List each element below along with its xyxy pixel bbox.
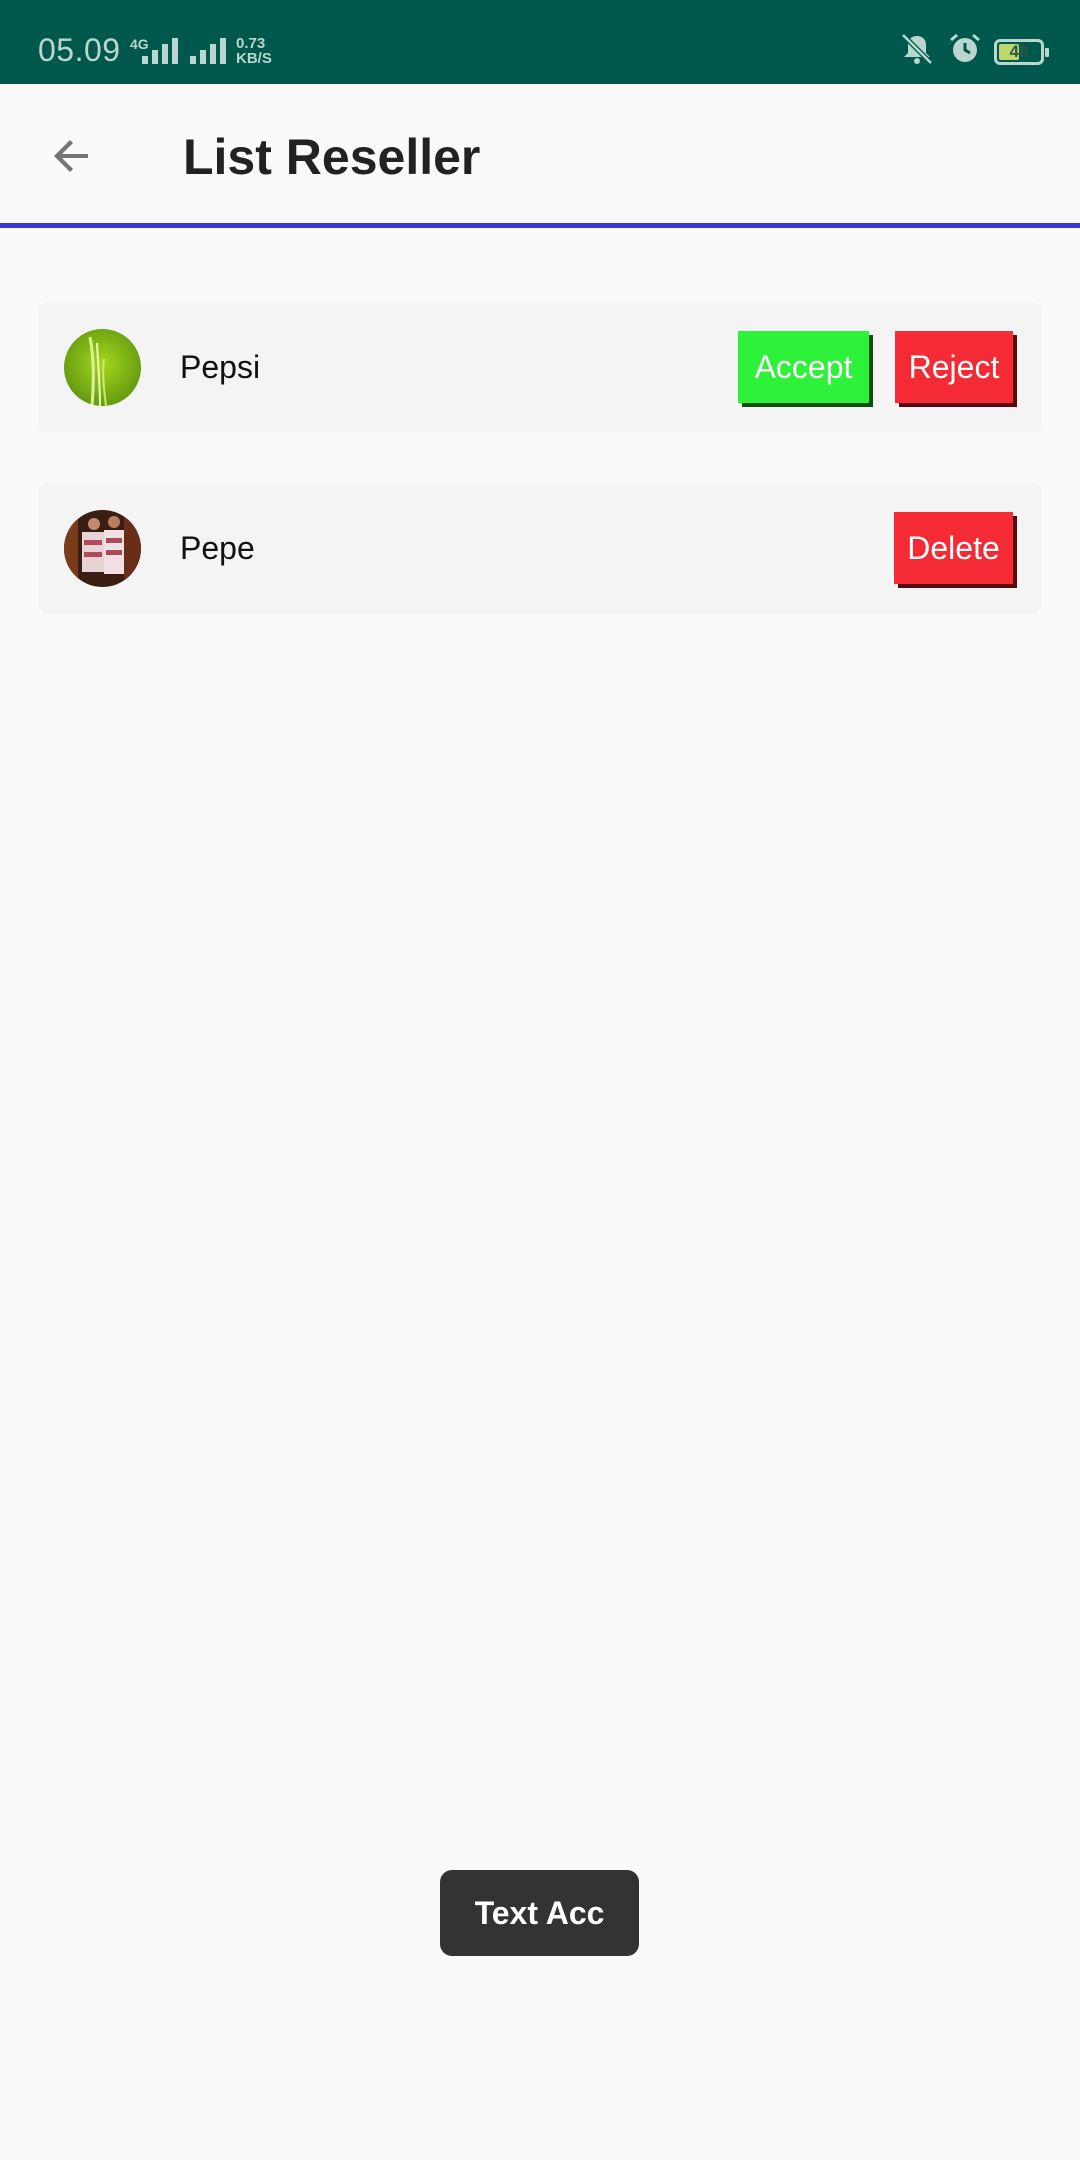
signal-icon [142, 34, 178, 64]
page-title: List Reseller [183, 129, 481, 185]
speed-value: 0.73 [236, 35, 266, 52]
alarm-icon [948, 32, 982, 71]
accept-button[interactable]: Accept [738, 331, 869, 403]
list-item: Pepsi Accept Reject [38, 303, 1042, 432]
status-bar: 05.09 4G 0.73 KB/S 48 [0, 0, 1080, 84]
avatar [64, 510, 141, 587]
app-bar: List Reseller [0, 84, 1080, 228]
reseller-name: Pepsi [180, 349, 261, 385]
arrow-back-icon [54, 140, 88, 172]
vibrate-off-icon [898, 32, 936, 71]
reseller-list: Pepsi Accept Reject Pepe Delete [38, 303, 1042, 665]
toast-message: Text Acc [440, 1870, 639, 1956]
battery-icon: 48 [994, 38, 1049, 65]
signal-icon [190, 34, 226, 64]
list-item: Pepe Delete [38, 484, 1042, 613]
avatar [64, 329, 141, 406]
back-button[interactable] [36, 120, 108, 192]
status-icons: 48 [898, 32, 1049, 71]
reject-button[interactable]: Reject [895, 331, 1013, 403]
status-time: 05.09 [38, 32, 121, 68]
network-speed: 0.73 KB/S [236, 36, 272, 66]
delete-button[interactable]: Delete [894, 512, 1013, 584]
speed-unit: KB/S [236, 50, 272, 67]
reseller-name: Pepe [180, 530, 255, 566]
battery-level: 48 [1009, 41, 1029, 61]
